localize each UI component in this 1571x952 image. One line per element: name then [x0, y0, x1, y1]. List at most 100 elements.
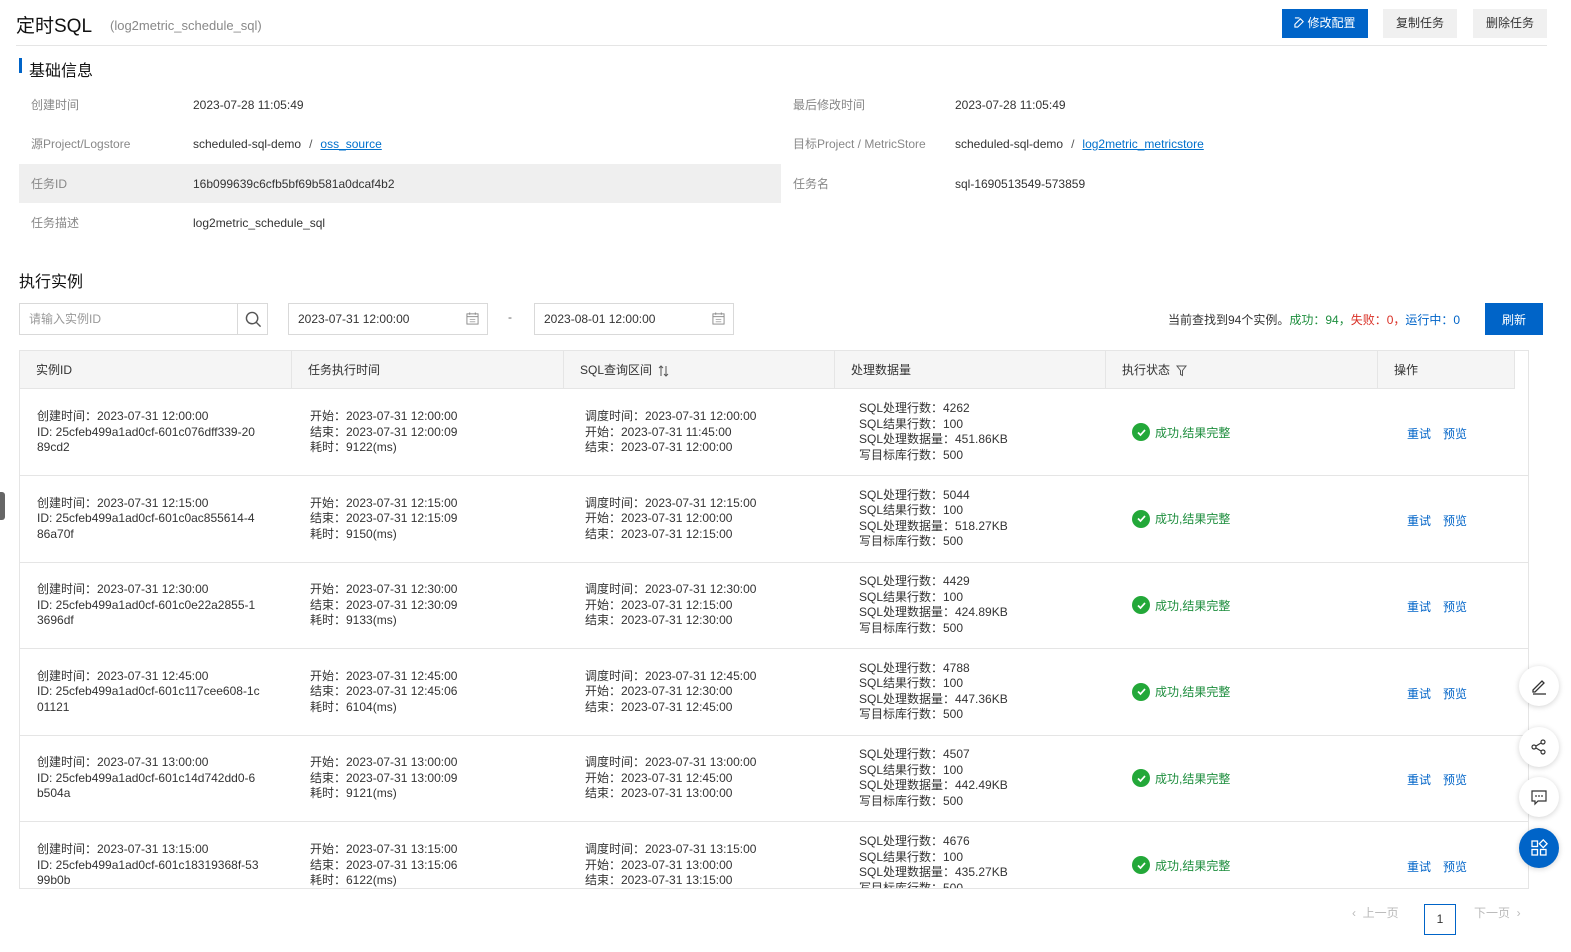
float-share-button[interactable] [1519, 727, 1559, 767]
check-circle-icon [1132, 856, 1150, 874]
sql-rows-processed: SQL处理行数：4262 [859, 401, 970, 415]
query-start: 开始：2023-07-31 12:00:00 [585, 511, 733, 526]
sql-rows-processed: SQL处理行数：4676 [859, 834, 970, 848]
schedule-time: 调度时间：2023-07-31 12:45:00 [585, 668, 757, 683]
data-volume-cell: SQL处理行数：4429 SQL结果行数：100 SQL处理数据量：424.89… [859, 574, 1008, 636]
refresh-button[interactable]: 刷新 [1485, 303, 1543, 335]
instance-id-search-input[interactable] [20, 304, 238, 334]
retry-link[interactable]: 重试 [1407, 598, 1431, 615]
preview-link[interactable]: 预览 [1443, 771, 1467, 788]
search-button[interactable] [238, 304, 268, 334]
instance-id-line1: ID: 25cfeb499a1ad0cf-601c076dff339-20 [37, 424, 255, 439]
section-accent-bar [19, 58, 22, 73]
float-chat-button[interactable] [1519, 777, 1559, 817]
instance-id-cell: 创建时间：2023-07-31 12:30:00 ID: 25cfeb499a1… [37, 582, 255, 629]
instances-table: 实例ID 任务执行时间 SQL查询区间 处理数据量 执行状态 操作 创建时间：2… [19, 350, 1529, 889]
rows-written: 写目标库行数：500 [859, 534, 964, 549]
exec-time-cell: 开始：2023-07-31 13:00:00 结束：2023-07-31 13:… [310, 755, 457, 802]
source-logstore-link[interactable]: oss_source [320, 137, 381, 151]
float-apps-button[interactable] [1519, 828, 1559, 868]
exec-time-cell: 开始：2023-07-31 13:15:00 结束：2023-07-31 13:… [310, 842, 458, 888]
calendar-icon [466, 312, 479, 325]
data-volume-cell: SQL处理行数：4262 SQL结果行数：100 SQL处理数据量：451.86… [859, 401, 1008, 463]
instance-id-line1: ID: 25cfeb499a1ad0cf-601c0e22a2855-1 [37, 597, 256, 612]
sql-bytes-processed: SQL处理数据量：447.36KB [859, 691, 1008, 706]
filter-icon[interactable] [1176, 365, 1188, 377]
instance-id-line1: ID: 25cfeb499a1ad0cf-601c18319368f-53 [37, 857, 259, 872]
query-end: 结束：2023-07-31 12:15:00 [585, 526, 733, 541]
next-page-label: 下一页 [1474, 906, 1511, 920]
query-end: 结束：2023-07-31 12:30:00 [585, 613, 733, 628]
exec-time-cell: 开始：2023-07-31 12:15:00 结束：2023-07-31 12:… [310, 496, 457, 543]
edit-icon [1294, 17, 1305, 28]
query-start: 开始：2023-07-31 12:30:00 [585, 684, 733, 699]
copy-task-button[interactable]: 复制任务 [1383, 9, 1457, 38]
retry-link[interactable]: 重试 [1407, 858, 1431, 875]
query-range-cell: 调度时间：2023-07-31 12:00:00 开始：2023-07-31 1… [585, 409, 756, 456]
modified-time-value: 2023-07-28 11:05:49 [955, 98, 1066, 112]
info-row-source: 源Project/Logstore scheduled-sql-demo / oss… [0, 126, 1571, 162]
exec-cost: 耗时：9122(ms) [310, 440, 397, 454]
schedule-time: 调度时间：2023-07-31 13:15:00 [585, 842, 757, 856]
prev-page-button[interactable]: ‹ 上一页 [1352, 904, 1399, 921]
task-name-label: 任务名 [793, 177, 830, 191]
instance-summary: 当前查找到94个实例。成功：94，失败：0，运行中：0 [1168, 311, 1460, 328]
next-page-button[interactable]: 下一页 › [1474, 904, 1521, 921]
preview-link[interactable]: 预览 [1443, 598, 1467, 615]
prev-page-label: 上一页 [1362, 906, 1399, 920]
preview-link[interactable]: 预览 [1443, 425, 1467, 442]
instance-id-line1: ID: 25cfeb499a1ad0cf-601c0ac855614-4 [37, 511, 255, 526]
exec-instances-title: 执行实例 [19, 274, 84, 291]
query-range-cell: 调度时间：2023-07-31 12:45:00 开始：2023-07-31 1… [585, 669, 756, 716]
exec-end: 结束：2023-07-31 13:15:06 [310, 857, 458, 872]
sql-rows-result: SQL结果行数：100 [859, 416, 964, 431]
status-text: 成功,结果完整 [1155, 685, 1231, 700]
end-date-picker[interactable]: 2023-08-01 12:00:00 [534, 303, 734, 335]
status-text: 成功,结果完整 [1155, 598, 1231, 613]
query-end: 结束：2023-07-31 13:00:00 [585, 786, 733, 801]
instance-id-line2: 99b0b [37, 873, 71, 887]
col-query-range-label: SQL查询区间 [580, 363, 653, 377]
instance-create-time: 创建时间：2023-07-31 13:00:00 [37, 755, 209, 770]
success-count: 成功：94， [1289, 313, 1351, 327]
preview-link[interactable]: 预览 [1443, 512, 1467, 529]
instance-create-time: 创建时间：2023-07-31 12:15:00 [37, 495, 209, 510]
status-badge: 成功,结果完整 [1132, 423, 1230, 441]
col-status[interactable]: 执行状态 [1106, 351, 1378, 389]
preview-link[interactable]: 预览 [1443, 858, 1467, 875]
data-volume-cell: SQL处理行数：4788 SQL结果行数：100 SQL处理数据量：447.36… [859, 661, 1008, 723]
basic-info-title: 基础信息 [29, 63, 94, 80]
target-metricstore-link[interactable]: log2metric_metricstore [1082, 137, 1203, 151]
data-volume-cell: SQL处理行数：5044 SQL结果行数：100 SQL处理数据量：518.27… [859, 488, 1008, 550]
check-circle-icon [1132, 769, 1150, 788]
source-label: 源Project/Logstore [31, 137, 131, 151]
retry-link[interactable]: 重试 [1407, 425, 1431, 442]
info-row-created: 创建时间 2023-07-28 11:05:49 最后修改时间 2023-07-… [0, 87, 1571, 123]
delete-task-button[interactable]: 删除任务 [1473, 9, 1547, 38]
edit-config-button[interactable]: 修改配置 [1282, 9, 1368, 38]
sort-icon[interactable] [658, 365, 669, 377]
retry-link[interactable]: 重试 [1407, 771, 1431, 788]
sql-rows-processed: SQL处理行数：4507 [859, 747, 970, 762]
page-number-current[interactable]: 1 [1424, 904, 1456, 935]
page-subtitle: (log2metric_schedule_sql) [110, 18, 262, 33]
exec-end: 结束：2023-07-31 12:00:09 [310, 424, 458, 439]
retry-link[interactable]: 重试 [1407, 685, 1431, 702]
instance-create-time: 创建时间：2023-07-31 13:15:00 [37, 842, 209, 856]
target-value: scheduled-sql-demo / log2metric_metricstor… [955, 126, 1204, 162]
float-edit-button[interactable] [1519, 666, 1559, 706]
task-id-value: 16b099639c6cfb5bf69b581a0dcaf4b2 [193, 177, 395, 191]
exec-time-cell: 开始：2023-07-31 12:00:00 结束：2023-07-31 12:… [310, 409, 457, 456]
col-query-range[interactable]: SQL查询区间 [564, 351, 835, 389]
side-collapse-handle[interactable] [0, 492, 5, 520]
query-range-cell: 调度时间：2023-07-31 13:15:00 开始：2023-07-31 1… [585, 842, 757, 888]
col-status-label: 执行状态 [1122, 363, 1171, 377]
status-text: 成功,结果完整 [1155, 771, 1231, 786]
retry-link[interactable]: 重试 [1407, 512, 1431, 529]
start-date-picker[interactable]: 2023-07-31 12:00:00 [288, 303, 488, 335]
page-header: 定时SQL (log2metric_schedule_sql) 修改配置 复制任… [16, 0, 1547, 46]
edit-config-label: 修改配置 [1307, 16, 1356, 30]
preview-link[interactable]: 预览 [1443, 685, 1467, 702]
exec-cost: 耗时：9121(ms) [310, 786, 397, 801]
status-badge: 成功,结果完整 [1132, 596, 1231, 615]
